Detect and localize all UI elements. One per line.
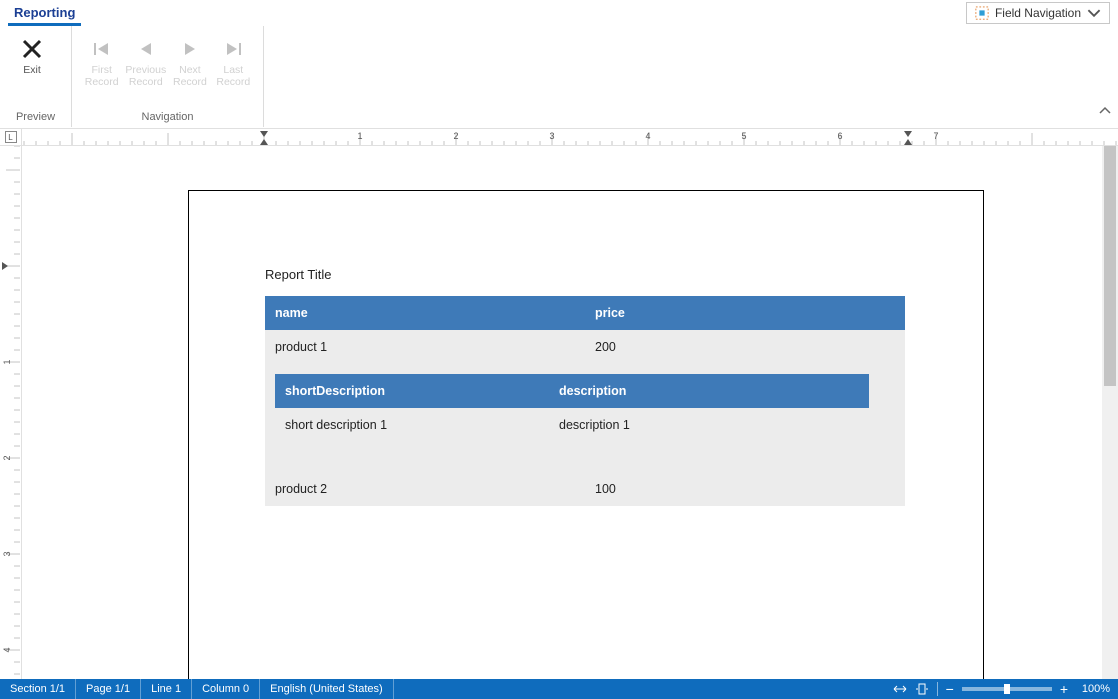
vertical-scrollbar[interactable] — [1102, 146, 1118, 679]
svg-text:2: 2 — [2, 455, 12, 460]
ruler-corner[interactable]: L — [0, 129, 22, 145]
svg-text:6: 6 — [837, 131, 842, 141]
status-bar: Section 1/1 Page 1/1 Line 1 Column 0 Eng… — [0, 679, 1118, 699]
exit-label: Exit — [23, 64, 41, 76]
zoom-out-button[interactable]: − — [946, 682, 954, 696]
close-icon — [21, 38, 43, 60]
table-row: product 1 200 — [265, 330, 905, 364]
status-page[interactable]: Page 1/1 — [76, 679, 141, 699]
ribbon-group-navigation: Navigation — [72, 109, 263, 127]
first-record-icon — [92, 41, 112, 57]
status-section[interactable]: Section 1/1 — [0, 679, 76, 699]
zoom-in-button[interactable]: + — [1060, 682, 1068, 696]
previous-record-label: PreviousRecord — [125, 64, 166, 88]
ribbon-collapse-button[interactable] — [1098, 104, 1112, 123]
previous-record-icon — [138, 41, 154, 57]
fit-page-icon[interactable] — [915, 682, 929, 696]
next-record-icon — [182, 41, 198, 57]
next-record-button: NextRecord — [170, 32, 209, 88]
chevron-up-icon — [1098, 104, 1112, 118]
ribbon: Exit Preview FirstRecord — [0, 26, 1118, 128]
zoom-level[interactable]: 100% — [1076, 683, 1110, 695]
field-navigation-icon — [975, 6, 989, 20]
nested-table-row: shortDescription description short descr… — [265, 364, 905, 452]
svg-text:3: 3 — [2, 551, 12, 556]
scrollbar-thumb[interactable] — [1104, 146, 1116, 386]
svg-text:1: 1 — [2, 359, 12, 364]
next-record-label: NextRecord — [173, 64, 207, 88]
svg-text:4: 4 — [2, 647, 12, 652]
column-header-price: price — [585, 296, 905, 330]
horizontal-ruler[interactable]: 1 2 3 4 5 6 7 — [22, 129, 1118, 145]
field-navigation-button[interactable]: Field Navigation — [966, 2, 1110, 24]
report-canvas[interactable]: Report Title name price product 1 200 — [22, 146, 1118, 679]
svg-text:3: 3 — [549, 131, 554, 141]
status-column[interactable]: Column 0 — [192, 679, 260, 699]
column-header-name: name — [265, 296, 585, 330]
first-record-label: FirstRecord — [85, 64, 119, 88]
nested-table: shortDescription description short descr… — [275, 374, 869, 442]
report-page: Report Title name price product 1 200 — [188, 190, 984, 679]
nested-row: short description 1 description 1 — [275, 408, 869, 442]
nested-cell-shortdescription: short description 1 — [275, 408, 549, 442]
cell-name: product 2 — [265, 472, 585, 506]
previous-record-button: PreviousRecord — [125, 32, 166, 88]
zoom-slider-knob[interactable] — [1004, 684, 1010, 694]
svg-text:4: 4 — [645, 131, 650, 141]
cell-price: 100 — [585, 472, 905, 506]
chevron-down-icon — [1087, 6, 1101, 20]
report-table: name price product 1 200 shortDescriptio… — [265, 296, 905, 506]
status-language[interactable]: English (United States) — [260, 679, 394, 699]
table-row: product 2 100 — [265, 472, 905, 506]
field-navigation-label: Field Navigation — [995, 6, 1081, 20]
nested-header-shortdescription: shortDescription — [275, 374, 549, 408]
last-record-label: LastRecord — [216, 64, 250, 88]
svg-text:5: 5 — [741, 131, 746, 141]
svg-text:2: 2 — [453, 131, 458, 141]
last-record-icon — [223, 41, 243, 57]
vertical-ruler[interactable]: 1 2 3 4 — [0, 146, 22, 679]
zoom-slider[interactable] — [962, 687, 1052, 691]
report-title: Report Title — [265, 267, 907, 282]
nested-cell-description: description 1 — [549, 408, 869, 442]
svg-text:1: 1 — [357, 131, 362, 141]
svg-text:7: 7 — [933, 131, 938, 141]
last-record-button: LastRecord — [214, 32, 253, 88]
status-line[interactable]: Line 1 — [141, 679, 192, 699]
fit-width-icon[interactable] — [893, 682, 907, 696]
exit-button[interactable]: Exit — [10, 32, 54, 76]
nested-header-description: description — [549, 374, 869, 408]
tab-reporting[interactable]: Reporting — [8, 1, 81, 26]
ribbon-group-preview: Preview — [0, 109, 71, 127]
cell-name: product 1 — [265, 330, 585, 364]
first-record-button: FirstRecord — [82, 32, 121, 88]
cell-price: 200 — [585, 330, 905, 364]
ruler-corner-label: L — [5, 131, 17, 143]
